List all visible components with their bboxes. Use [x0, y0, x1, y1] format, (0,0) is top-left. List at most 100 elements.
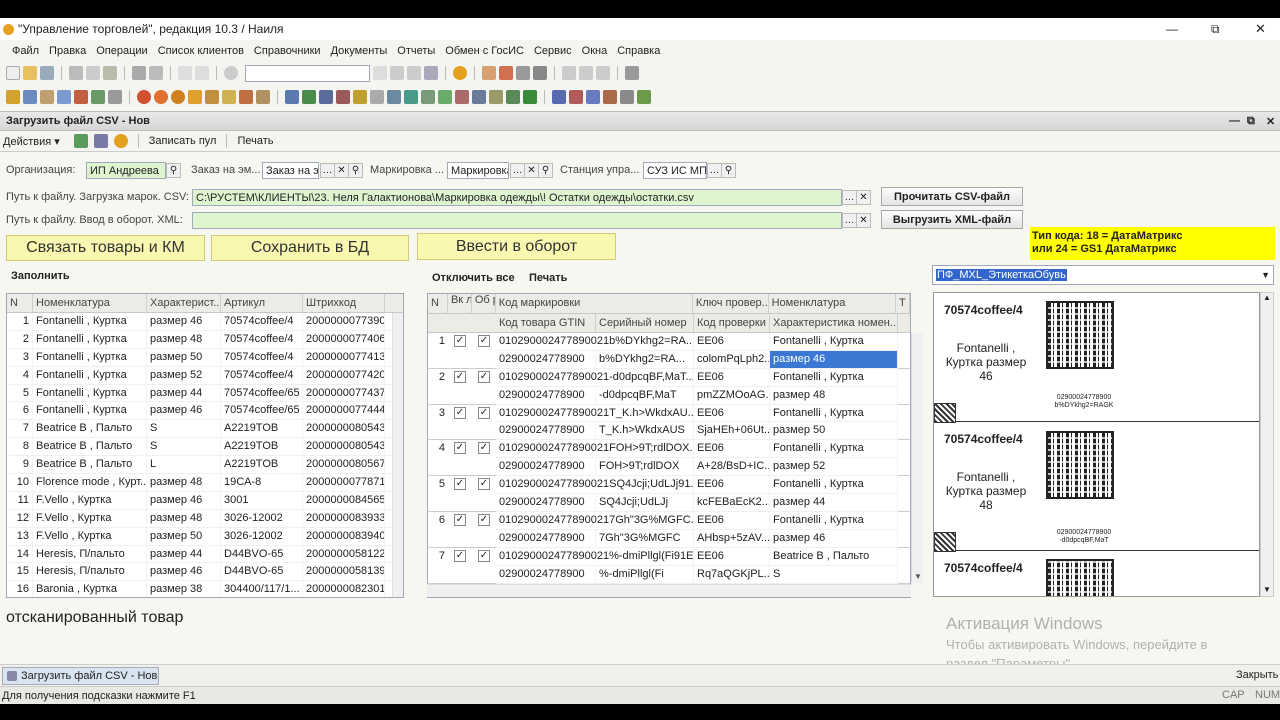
enabled-checkbox[interactable]: ✓ [454, 478, 466, 491]
col-gtin[interactable]: Код товара GTIN [496, 314, 596, 332]
money-icon[interactable] [188, 90, 202, 104]
table-row[interactable]: 13 F.Vello , Куртка размер 50 3026-12002 200… [7, 527, 403, 546]
col-t[interactable]: Т [896, 294, 910, 313]
doc-edit-icon[interactable] [370, 90, 384, 104]
processed-checkbox[interactable]: ✓ [478, 442, 490, 455]
table-row[interactable]: 4 Fontanelli , Куртка размер 52 70574coffee… [7, 366, 403, 385]
xml-path-field[interactable] [192, 212, 842, 229]
redo-icon[interactable] [195, 66, 209, 80]
menu-edit[interactable]: Правка [44, 45, 91, 57]
read-csv-button[interactable]: Прочитать CSV-файл [881, 187, 1023, 206]
print-icon[interactable] [132, 66, 146, 80]
help-icon[interactable] [113, 134, 128, 148]
export-xml-button[interactable]: Выгрузить XML-файл [881, 210, 1023, 229]
table-row[interactable]: 2 Fontanelli , Куртка размер 48 70574coffee… [7, 330, 403, 349]
stock-icon[interactable] [302, 90, 316, 104]
write-pool-button[interactable]: Записать пул [149, 135, 217, 147]
label-template-select[interactable]: ПФ_MXL_ЭтикеткаОбувь ▼ [932, 265, 1274, 285]
copy-icon[interactable] [86, 66, 100, 80]
move-icon[interactable] [319, 90, 333, 104]
table-row[interactable]: 5 Fontanelli , Куртка размер 44 70574coffee… [7, 384, 403, 403]
menu-reports[interactable]: Отчеты [392, 45, 440, 57]
menu-service[interactable]: Сервис [529, 45, 577, 57]
form-close-button[interactable]: ✕ [1266, 115, 1275, 128]
cash-icon[interactable] [222, 90, 236, 104]
invoice-icon[interactable] [387, 90, 401, 104]
code-row[interactable]: 2 ✓ ✓ 010290002477890021-d0dpcqBF,MaT... EE0… [428, 368, 910, 405]
codes-scrollbar[interactable]: ▼ [911, 333, 923, 583]
table-row[interactable]: 16 Baronia , Куртка размер 38 304400/117/1.… [7, 581, 403, 597]
col-serial[interactable]: Серийный номер [596, 314, 694, 332]
col-barcode[interactable]: Штрихкод [303, 294, 385, 312]
close-button[interactable]: ✕ [1255, 21, 1266, 37]
return-icon[interactable] [336, 90, 350, 104]
add-icon[interactable] [438, 90, 452, 104]
enabled-checkbox[interactable]: ✓ [454, 370, 466, 383]
xml-browse-icon[interactable]: … [842, 213, 857, 228]
package-icon[interactable] [489, 90, 503, 104]
structure-icon[interactable] [93, 134, 108, 148]
memory-plus-icon[interactable] [579, 66, 593, 80]
actions-menu[interactable]: Действия ▾ [3, 135, 60, 148]
disable-all-button[interactable]: Отключить все [432, 272, 515, 284]
journal-icon[interactable] [57, 90, 71, 104]
table-row[interactable]: 9 Beatrice B , Пальто L A2219TOB 20000000805… [7, 456, 403, 475]
enabled-checkbox[interactable]: ✓ [454, 549, 466, 562]
col-code-nomenclature[interactable]: Номенклатура [769, 294, 897, 313]
col-enabled[interactable]: Вк л [448, 294, 472, 313]
csv-browse-icon[interactable]: … [842, 190, 857, 205]
marking-select-icon[interactable]: … [510, 163, 525, 178]
open-icon[interactable] [23, 66, 37, 80]
table-row[interactable]: 10 Florence mode , Курт... размер 48 19CA-8… [7, 474, 403, 492]
link-goods-button[interactable]: Связать товары и КМ [6, 235, 205, 261]
menu-clients[interactable]: Список клиентов [153, 45, 249, 57]
menu-references[interactable]: Справочники [249, 45, 326, 57]
table-row[interactable]: 8 Beatrice B , Пальто S A2219TOB 20000000805… [7, 438, 403, 457]
goods-icon[interactable] [285, 90, 299, 104]
col-marking-code[interactable]: Код маркировки [496, 294, 693, 313]
code-row[interactable]: 6 ✓ ✓ 0102900024778900217Gh"3G%MGFC... EE06 F… [428, 511, 910, 548]
windows-icon[interactable] [424, 66, 438, 80]
menu-gosis[interactable]: Обмен с ГосИС [440, 45, 529, 57]
xml-clear-icon[interactable]: ✕ [856, 213, 871, 228]
code-row[interactable]: 1 ✓ ✓ 010290002477890021b%DYkhg2=RA... EE06 F… [428, 333, 910, 369]
undo-icon[interactable] [178, 66, 192, 80]
stack-icon[interactable] [40, 90, 54, 104]
table-icon[interactable] [516, 66, 530, 80]
cut-icon[interactable] [69, 66, 83, 80]
marking-field[interactable]: Маркировка [447, 162, 509, 179]
codes-hscrollbar[interactable] [427, 584, 911, 597]
menu-file[interactable]: Файл [7, 45, 44, 57]
order-search-icon[interactable]: ⚲ [348, 163, 363, 178]
transfer-icon[interactable] [74, 90, 88, 104]
toolbar-search-input[interactable] [245, 64, 370, 82]
table-row[interactable]: 15 Heresis, П/пальто размер 46 D44BVO-65 200… [7, 563, 403, 582]
col-char-nomen[interactable]: Характеристика номен... [770, 314, 898, 332]
grid-icon[interactable] [91, 90, 105, 104]
table-row[interactable]: 7 Beatrice B , Пальто S A2219TOB 20000000805… [7, 420, 403, 439]
col-nomenclature[interactable]: Номенклатура [33, 294, 147, 312]
table-row[interactable]: 12 F.Vello , Куртка размер 48 3026-12002 200… [7, 509, 403, 528]
col-check-code[interactable]: Код проверки [694, 314, 770, 332]
calendar-icon[interactable] [499, 66, 513, 80]
station-select-icon[interactable]: … [707, 163, 722, 178]
report-icon[interactable] [256, 90, 270, 104]
save-db-button[interactable]: Сохранить в БД [211, 235, 409, 261]
minimize-button[interactable]: — [1166, 22, 1178, 36]
code-row[interactable]: 4 ✓ ✓ 010290002477890021FOH>9T;rdlDOX... EE0… [428, 440, 910, 477]
memory-m-icon[interactable] [562, 66, 576, 80]
col-n[interactable]: N [7, 294, 33, 312]
new-icon[interactable] [6, 66, 20, 80]
enabled-checkbox[interactable]: ✓ [454, 513, 466, 526]
preview-scrollbar[interactable]: ▲ ▼ [1260, 292, 1274, 597]
station-field[interactable]: СУЗ ИС МП [643, 162, 707, 179]
paste-icon[interactable] [103, 66, 117, 80]
tag-icon[interactable] [586, 90, 600, 104]
taskbar-close[interactable]: Закрыть [1236, 669, 1278, 681]
fill-button[interactable]: Заполнить [11, 270, 70, 282]
label-icon[interactable] [603, 90, 617, 104]
processed-checkbox[interactable]: ✓ [478, 335, 490, 347]
docs-icon[interactable] [23, 90, 37, 104]
col-article[interactable]: Артикул [221, 294, 303, 312]
list-icon[interactable] [421, 90, 435, 104]
